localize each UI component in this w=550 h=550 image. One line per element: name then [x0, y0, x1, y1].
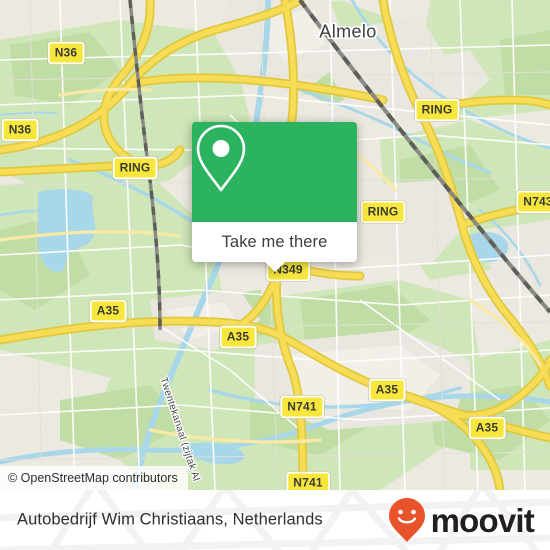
- moovit-map-page: Almelo Twentekanaal (zijtak Al N36 N36 R…: [0, 0, 550, 550]
- attribution-text: © OpenStreetMap contributors: [8, 471, 178, 485]
- road-shield-n36-b[interactable]: N36: [1, 118, 39, 142]
- road-shield-n36-a[interactable]: N36: [47, 41, 85, 65]
- road-shield-a35-b[interactable]: A35: [219, 325, 257, 349]
- road-shield-a35-d[interactable]: A35: [468, 416, 506, 440]
- place-label-almelo: Almelo: [319, 21, 377, 42]
- moovit-wordmark: moovit: [430, 501, 535, 539]
- location-popup-card[interactable]: Take me there: [192, 122, 357, 272]
- moovit-smiley-pin-icon: [388, 498, 425, 542]
- map-pin-icon: [196, 124, 246, 192]
- page-footer: Autobedrijf Wim Christiaans, Netherlands…: [0, 490, 550, 550]
- popup-header: [192, 122, 357, 222]
- road-shield-ring-a[interactable]: RING: [112, 156, 158, 180]
- take-me-there-label: Take me there: [221, 232, 328, 251]
- road-shield-n741-a[interactable]: N741: [280, 395, 324, 419]
- road-shield-a35-c[interactable]: A35: [368, 378, 406, 402]
- page-title: Autobedrijf Wim Christiaans, Netherlands: [17, 510, 323, 529]
- moovit-brand-logo[interactable]: moovit: [387, 497, 535, 543]
- road-shield-ring-b[interactable]: RING: [414, 98, 460, 122]
- popup-tail-pointer: [263, 261, 286, 272]
- map-attribution[interactable]: © OpenStreetMap contributors: [0, 466, 188, 490]
- road-shield-n741-b[interactable]: N741: [286, 471, 330, 490]
- road-shield-n743[interactable]: N743: [516, 190, 550, 214]
- road-shield-ring-c[interactable]: RING: [360, 200, 406, 224]
- road-shield-a35-a[interactable]: A35: [89, 299, 127, 323]
- map-canvas[interactable]: Almelo Twentekanaal (zijtak Al N36 N36 R…: [0, 0, 550, 490]
- take-me-there-button[interactable]: Take me there: [192, 222, 357, 272]
